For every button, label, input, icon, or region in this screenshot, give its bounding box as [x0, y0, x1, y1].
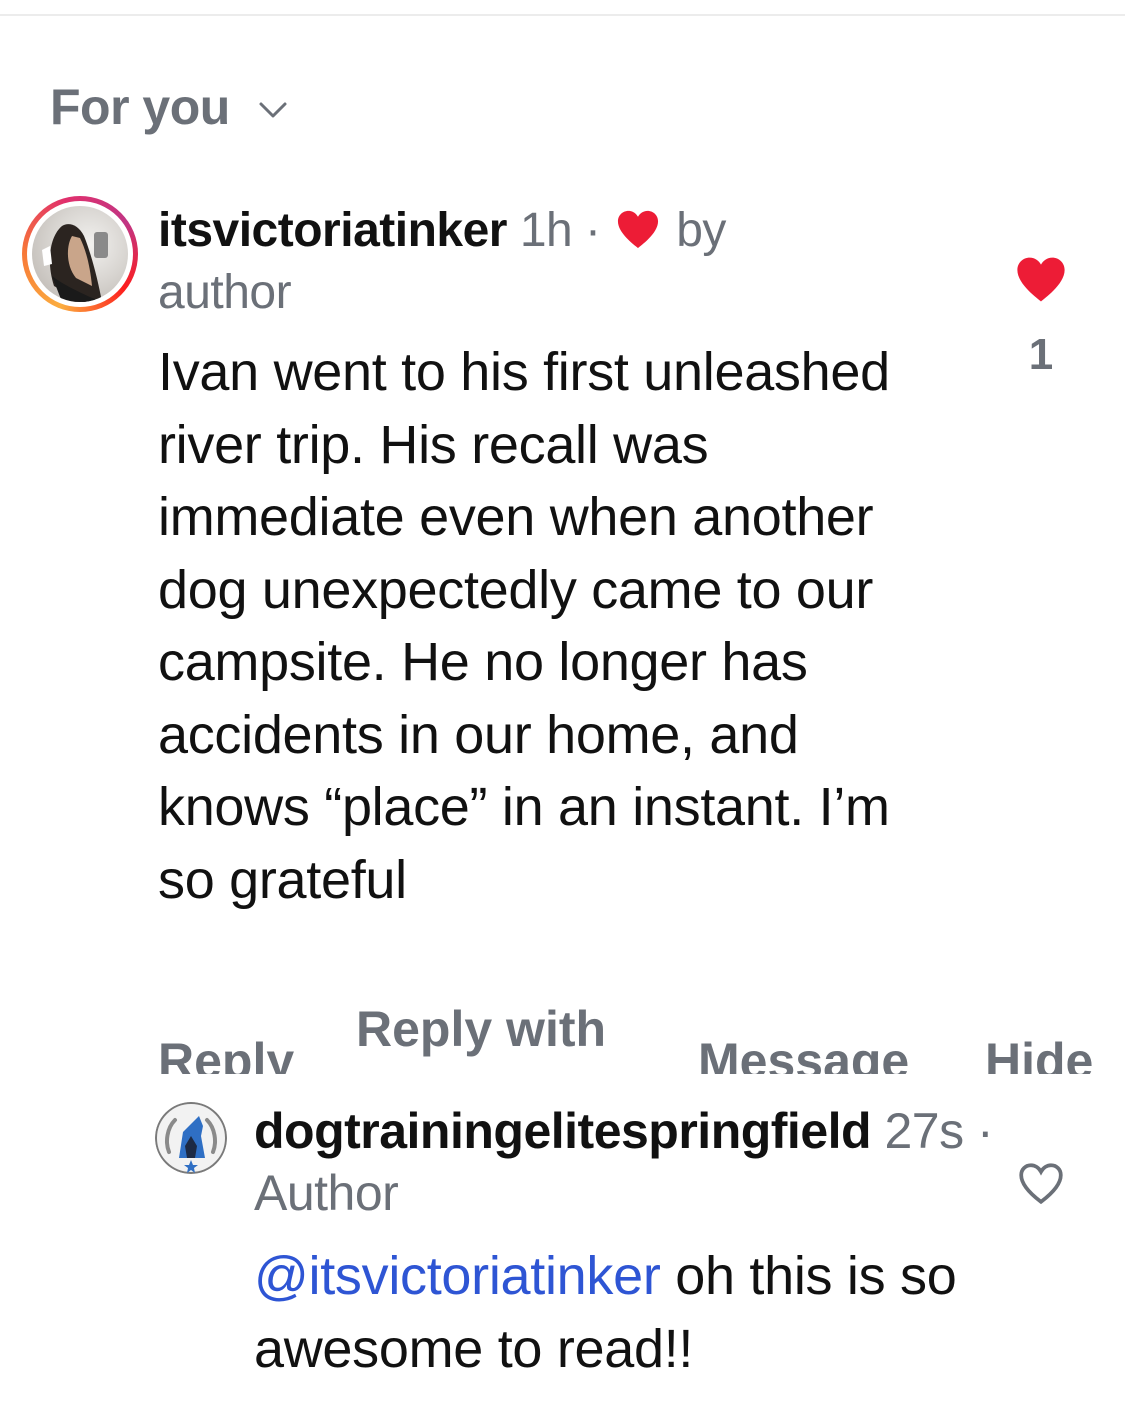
- comment-header: dogtrainingelitespringfield 27s · Author: [254, 1100, 994, 1224]
- top-divider: [0, 14, 1125, 16]
- filter-label: For you: [50, 79, 230, 135]
- like-heart-icon[interactable]: [1014, 254, 1068, 304]
- like-heart-outline-icon[interactable]: [1016, 1160, 1066, 1206]
- meta-separator: ·: [585, 204, 601, 257]
- comment-text: Ivan went to his first unleashed river t…: [158, 342, 890, 910]
- comment-username[interactable]: dogtrainingelitespringfield: [254, 1103, 872, 1159]
- author-badge: Author: [254, 1165, 399, 1221]
- chevron-down-icon: [259, 102, 287, 118]
- avatar: [32, 206, 128, 302]
- like-count[interactable]: 1: [1000, 330, 1082, 380]
- avatar[interactable]: [155, 1102, 227, 1174]
- comment-actions: Reply Reply with Message Hide: [0, 990, 1125, 1074]
- meta-separator: ·: [977, 1103, 994, 1159]
- comment-timestamp: 27s: [884, 1103, 964, 1159]
- hide-button[interactable]: Hide: [985, 1032, 1093, 1074]
- reply-button[interactable]: Reply: [158, 1032, 294, 1074]
- avatar-story-ring[interactable]: [22, 196, 138, 312]
- comment-username[interactable]: itsvictoriatinker: [158, 204, 507, 257]
- comment-header: itsvictoriatinker 1h · by author: [158, 200, 858, 324]
- message-button[interactable]: Message: [698, 1032, 909, 1074]
- reply-with-button[interactable]: Reply with: [356, 1000, 606, 1058]
- comment-filter-dropdown[interactable]: For you: [50, 78, 288, 136]
- heart-icon: [618, 210, 659, 249]
- comment-timestamp: 1h: [519, 204, 573, 257]
- mention-link[interactable]: @itsvictoriatinker: [254, 1246, 661, 1306]
- comment-text: @itsvictoriatinker oh this is so awesome…: [254, 1240, 974, 1385]
